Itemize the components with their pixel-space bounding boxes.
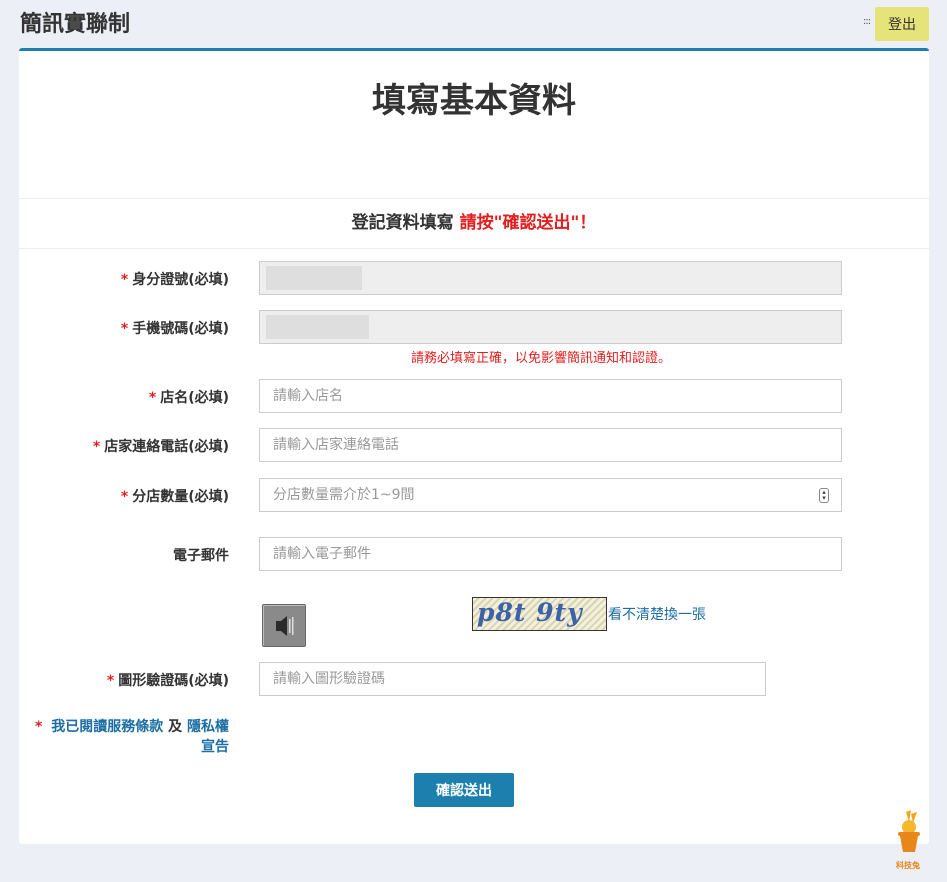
number-stepper-icon[interactable]: ▴ ▾ <box>819 488 829 503</box>
required-mark: * <box>92 439 101 455</box>
captcha-audio-button[interactable] <box>262 604 306 647</box>
branch-count-label: * 分店數量(必填) <box>39 486 229 506</box>
mobile-label: * 手機號碼(必填) <box>39 318 229 338</box>
subheader-emphasis: 請按"確認送出"！ <box>459 213 597 233</box>
redacted-value <box>266 315 369 339</box>
store-name-input[interactable]: 請輸入店名 <box>259 379 842 413</box>
privacy-link-line2[interactable]: 宣告 <box>201 739 229 755</box>
branch-count-placeholder: 分店數量需介於1~9間 <box>273 487 415 503</box>
id-number-field <box>259 261 842 295</box>
required-mark: * <box>148 390 157 406</box>
captcha-label: * 圖形驗證碼(必填) <box>39 670 229 690</box>
redacted-value <box>266 266 362 290</box>
id-number-label-text: 身分證號(必填) <box>132 272 229 288</box>
store-phone-label: * 店家連絡電話(必填) <box>39 436 229 456</box>
form-subheader: 登記資料填寫 請按"確認送出"！ <box>19 198 929 249</box>
email-label: 電子郵件 <box>173 548 229 564</box>
mascot-caption: 科技兔 <box>896 861 920 870</box>
mascot-badge[interactable]: 科技兔 <box>889 808 927 870</box>
speaker-icon <box>276 616 294 636</box>
page-title: 填寫基本資料 <box>372 81 576 121</box>
logout-button[interactable]: 登出 <box>875 7 929 41</box>
captcha-label-text: 圖形驗證碼(必填) <box>118 673 229 689</box>
store-name-label-text: 店名(必填) <box>160 390 229 406</box>
store-name-label: * 店名(必填) <box>39 387 229 407</box>
rabbit-hat-icon <box>898 810 920 852</box>
mobile-label-text: 手機號碼(必填) <box>132 321 229 337</box>
terms-conjunction: 及 <box>168 719 183 735</box>
id-number-label: * 身分證號(必填) <box>39 269 229 289</box>
subheader-prefix: 登記資料填寫 <box>351 213 454 233</box>
store-phone-input[interactable]: 請輸入店家連絡電話 <box>259 428 842 462</box>
store-phone-label-text: 店家連絡電話(必填) <box>104 439 229 455</box>
captcha-refresh-link[interactable]: 看不清楚換一張 <box>608 604 706 624</box>
form-card: 填寫基本資料 登記資料填寫 請按"確認送出"！ * 身分證號(必填) * 手機號碼(… <box>19 48 929 844</box>
required-mark: * <box>106 673 115 689</box>
menu-icon[interactable]: ::: <box>863 16 871 27</box>
required-mark: * <box>120 321 129 337</box>
terms-agreement: * 我已閱讀服務條款 及 隱私權 宣告 <box>33 717 229 757</box>
mobile-field <box>259 310 842 344</box>
required-mark: * <box>120 489 129 505</box>
service-terms-link[interactable]: 服務條款 <box>107 719 163 735</box>
submit-button[interactable]: 確認送出 <box>414 773 514 807</box>
required-mark: * <box>35 719 43 735</box>
branch-count-input[interactable]: 分店數量需介於1~9間 ▴ ▾ <box>259 478 842 512</box>
mobile-warning-note: 請務必填寫正確，以免影響簡訊通知和認證。 <box>411 351 672 366</box>
app-title: 簡訊實聯制 <box>20 12 131 37</box>
privacy-link[interactable]: 隱私權 <box>187 719 229 735</box>
captcha-input[interactable]: 請輸入圖形驗證碼 <box>259 662 766 696</box>
terms-prefix[interactable]: 我已閱讀 <box>51 719 107 735</box>
email-input[interactable]: 請輸入電子郵件 <box>259 537 842 571</box>
captcha-image: p8t 9ty <box>472 597 607 631</box>
branch-count-label-text: 分店數量(必填) <box>132 489 229 505</box>
required-mark: * <box>120 272 129 288</box>
